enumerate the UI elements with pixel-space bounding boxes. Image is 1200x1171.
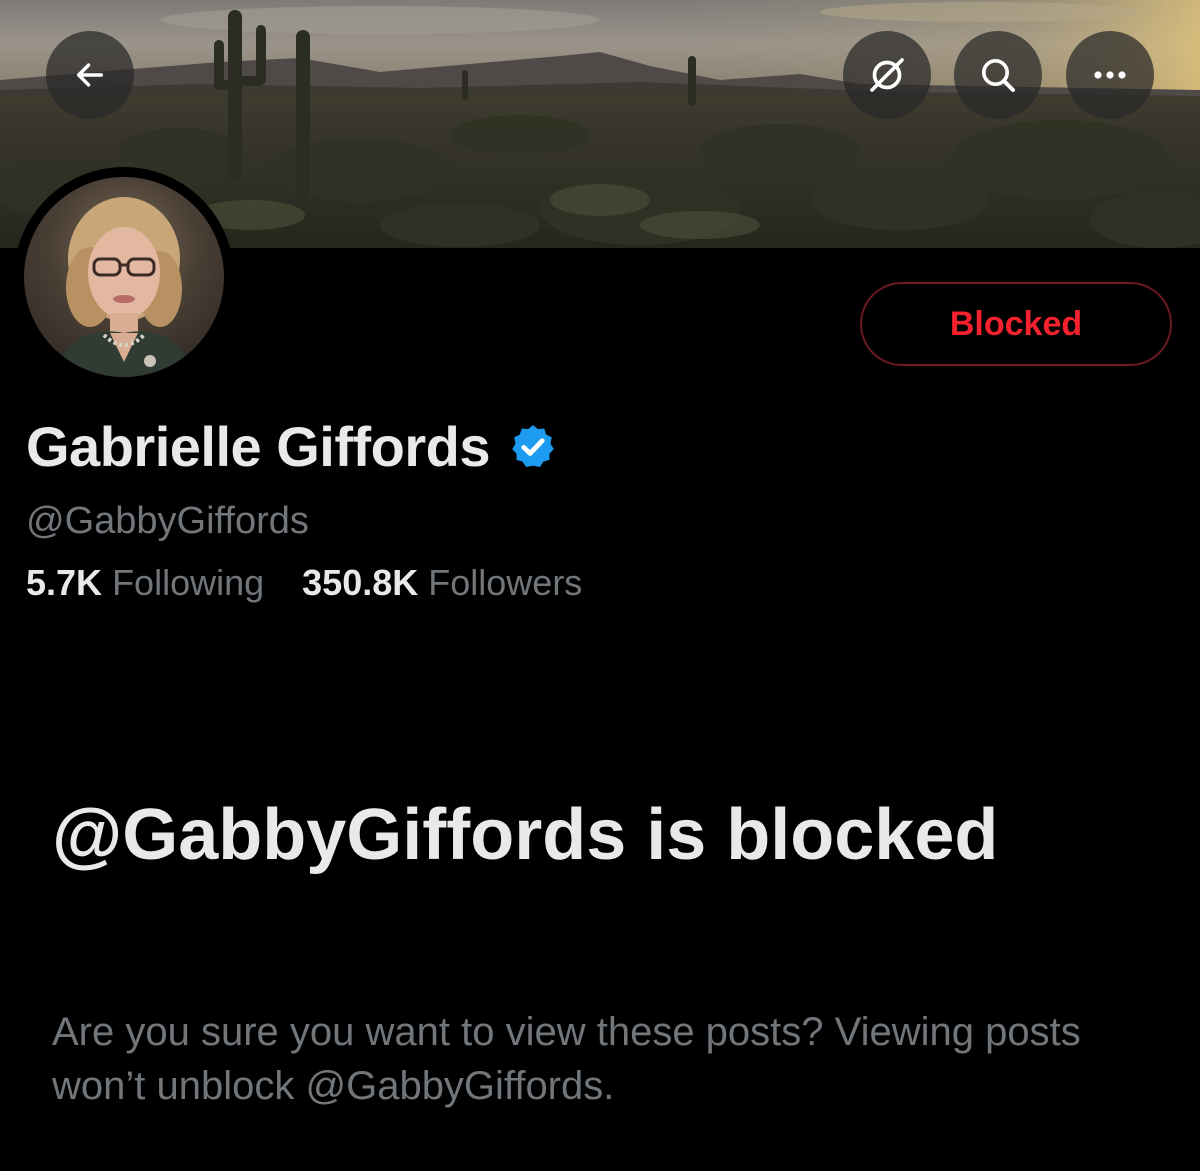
followers-link[interactable]: 350.8K Followers [302,562,582,603]
blocked-notice-body: Are you sure you want to view these post… [52,1010,1081,1108]
profile-stats: 5.7K Following 350.8K Followers [26,562,582,604]
profile-handle: @GabbyGiffords [26,500,309,542]
following-count: 5.7K [26,562,103,603]
blocked-button[interactable]: Blocked [860,282,1172,366]
profile-name-row: Gabrielle Giffords [26,414,558,479]
verified-badge-icon[interactable] [508,422,558,472]
search-button[interactable] [954,31,1042,119]
more-button[interactable] [1066,31,1154,119]
search-icon [982,59,1015,92]
followers-label: Followers [428,562,583,603]
avatar-photo [24,177,224,377]
followers-count: 350.8K [302,562,419,603]
following-label: Following [112,562,265,603]
more-horizontal-icon [1094,71,1126,79]
profile-avatar[interactable] [14,167,234,387]
grok-icon [870,58,904,92]
grok-button[interactable] [843,31,931,119]
arrow-left-icon [76,63,104,87]
blocked-button-label: Blocked [949,304,1083,343]
back-button[interactable] [46,31,134,119]
display-name: Gabrielle Giffords [26,415,491,478]
following-link[interactable]: 5.7K Following [26,562,274,603]
blocked-notice-title: @GabbyGiffords is blocked [52,795,999,875]
